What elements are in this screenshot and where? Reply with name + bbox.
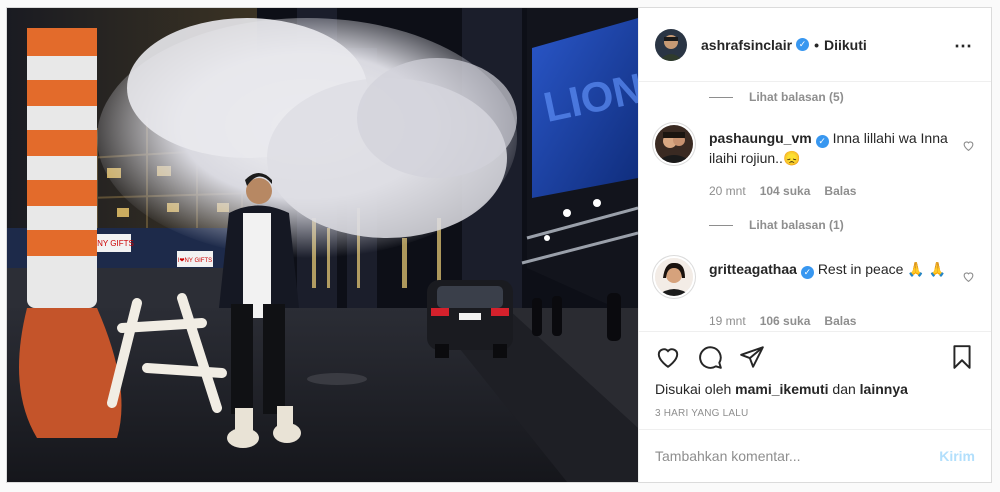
share-send-icon[interactable] [739,344,765,370]
comment-text: Rest in peace [817,261,904,277]
right-gifts-sign: I❤NY GIFTS [178,258,212,264]
view-replies-button[interactable]: Lihat balasan (5) [709,90,844,104]
like-heart-icon[interactable] [655,344,681,370]
street-scene-image: I❤NY GIFTS I❤NY GIFTS LION [7,8,638,482]
replies-line [709,224,733,226]
post-photo[interactable]: I❤NY GIFTS I❤NY GIFTS LION [7,8,638,482]
post-comment-button[interactable]: Kirim [939,448,975,464]
view-replies-button[interactable]: Lihat balasan (1) [709,218,844,232]
add-comment-bar: Kirim [639,429,991,482]
post-header: ashrafsinclair ✓ • Diikuti ⋯ [639,8,991,82]
comment-likes[interactable]: 106 suka [760,314,811,328]
comment-username[interactable]: pashaungu_vm [709,130,812,146]
commenter-avatar[interactable] [655,125,693,163]
praying-hands-emoji-icon: 🙏 [907,261,925,277]
instagram-post: I❤NY GIFTS I❤NY GIFTS LION ashrafsinclai… [6,7,992,483]
liked-by-prefix: Disukai oleh [655,381,732,397]
liked-by-others-link[interactable]: lainnya [860,381,908,397]
verified-badge-icon: ✓ [800,265,814,279]
comment-time: 19 mnt [709,314,746,328]
replies-line [709,96,733,98]
comment-time: 20 mnt [709,184,746,198]
sad-face-emoji-icon: 😞 [782,150,801,166]
header-separator: • [814,36,819,53]
commenter-avatar[interactable] [655,258,693,296]
verified-badge-icon: ✓ [815,134,829,148]
view-replies-label: Lihat balasan (1) [749,218,844,232]
comment-likes[interactable]: 104 suka [760,184,811,198]
liked-by-and: dan [832,381,856,397]
verified-badge-icon: ✓ [796,38,810,51]
praying-hands-emoji-icon: 🙏 [928,261,947,277]
more-options-icon[interactable]: ⋯ [954,36,973,57]
comment-input[interactable] [655,448,940,464]
liked-by-summary: Disukai oleh mami_ikemuti dan lainnya [655,381,908,397]
view-replies-label: Lihat balasan (5) [749,90,844,104]
post-timestamp[interactable]: 3 HARI YANG LALU [655,408,748,419]
comment-username[interactable]: gritteagathaa [709,261,797,277]
follow-status-button[interactable]: Diikuti [824,37,867,53]
author-avatar[interactable] [655,28,687,61]
reply-button[interactable]: Balas [824,184,856,198]
liked-by-user[interactable]: mami_ikemuti [735,381,828,397]
like-comment-heart-icon[interactable] [962,270,975,283]
post-actions: Disukai oleh mami_ikemuti dan lainnya 3 … [639,331,991,429]
author-username[interactable]: ashrafsinclair [701,37,792,53]
like-comment-heart-icon[interactable] [962,139,975,152]
comments-list: Lihat balasan (5) pashaungu_vm ✓ Inna lil… [639,83,991,331]
reply-button[interactable]: Balas [824,314,856,328]
save-bookmark-icon[interactable] [949,344,975,370]
comment-bubble-icon[interactable] [697,344,723,370]
post-details-panel: ashrafsinclair ✓ • Diikuti ⋯ Lihat balas… [638,8,991,482]
